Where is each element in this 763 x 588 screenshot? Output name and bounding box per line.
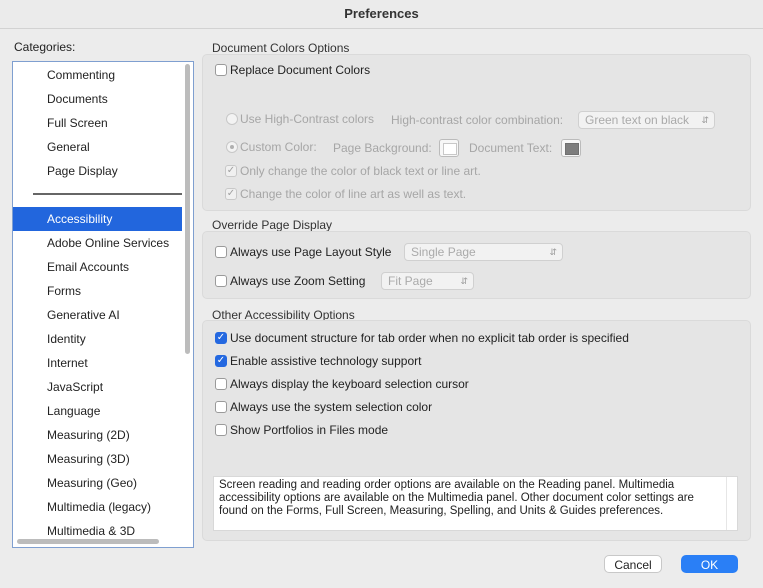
categories-divider [33, 193, 182, 195]
zoom-setting-checkbox[interactable] [215, 275, 227, 287]
page-layout-checkbox[interactable] [215, 246, 227, 258]
categories-list[interactable]: Commenting Documents Full Screen General… [12, 61, 194, 548]
doc-colors-title: Document Colors Options [212, 41, 350, 55]
select-chevron-icon: ⇵ [701, 115, 709, 125]
portfolios-files-label: Show Portfolios in Files mode [230, 423, 389, 437]
replace-colors-label: Replace Document Colors [230, 63, 371, 77]
combination-select[interactable]: Green text on black ⇵ [578, 111, 715, 129]
line-art-label: Change the color of line art as well as … [240, 187, 467, 201]
combination-label: High-contrast color combination: [391, 113, 564, 127]
category-generative-ai[interactable]: Generative AI [13, 303, 182, 327]
system-selection-color-label: Always use the system selection color [230, 400, 433, 414]
replace-colors-checkbox[interactable] [215, 64, 227, 76]
cancel-button[interactable]: Cancel [604, 555, 662, 573]
select-chevron-icon: ⇵ [460, 276, 468, 286]
combination-select-value: Green text on black [585, 113, 690, 127]
page-layout-select[interactable]: Single Page ⇵ [404, 243, 563, 261]
keyboard-cursor-checkbox[interactable] [215, 378, 227, 390]
custom-color-radio[interactable] [226, 141, 238, 153]
categories-vertical-scrollbar[interactable] [185, 64, 190, 354]
portfolios-files-checkbox[interactable] [215, 424, 227, 436]
tab-order-checkbox[interactable]: ✓ [215, 332, 227, 344]
window-title: Preferences [0, 0, 763, 29]
category-multimedia-legacy[interactable]: Multimedia (legacy) [13, 495, 182, 519]
category-measuring-geo[interactable]: Measuring (Geo) [13, 471, 182, 495]
category-language[interactable]: Language [13, 399, 182, 423]
only-black-checkbox[interactable]: ✓ [225, 165, 237, 177]
categories-label: Categories: [14, 40, 76, 54]
category-forms[interactable]: Forms [13, 279, 182, 303]
page-background-swatch[interactable] [439, 139, 459, 157]
keyboard-cursor-label: Always display the keyboard selection cu… [230, 377, 469, 391]
category-accessibility[interactable]: Accessibility [13, 207, 182, 231]
info-text-box: Screen reading and reading order options… [213, 476, 738, 531]
category-adobe-online-services[interactable]: Adobe Online Services [13, 231, 182, 255]
category-measuring-2d[interactable]: Measuring (2D) [13, 423, 182, 447]
category-internet[interactable]: Internet [13, 351, 182, 375]
page-background-label: Page Background: [333, 141, 432, 155]
category-email-accounts[interactable]: Email Accounts [13, 255, 182, 279]
system-selection-color-checkbox[interactable] [215, 401, 227, 413]
select-chevron-icon: ⇵ [549, 247, 557, 257]
override-group [202, 231, 751, 299]
high-contrast-label: Use High-Contrast colors [240, 112, 375, 126]
assistive-tech-checkbox[interactable]: ✓ [215, 355, 227, 367]
override-title: Override Page Display [212, 218, 333, 232]
page-layout-label: Always use Page Layout Style [230, 245, 392, 259]
ok-button[interactable]: OK [681, 555, 738, 573]
category-commenting[interactable]: Commenting [13, 63, 182, 87]
line-art-checkbox[interactable]: ✓ [225, 188, 237, 200]
zoom-setting-label: Always use Zoom Setting [230, 274, 366, 288]
custom-color-label: Custom Color: [240, 140, 317, 154]
only-black-label: Only change the color of black text or l… [240, 164, 481, 178]
category-page-display[interactable]: Page Display [13, 159, 182, 183]
info-text: Screen reading and reading order options… [219, 479, 694, 517]
zoom-select[interactable]: Fit Page ⇵ [381, 272, 474, 290]
document-text-label: Document Text: [469, 141, 553, 155]
category-documents[interactable]: Documents [13, 87, 182, 111]
category-identity[interactable]: Identity [13, 327, 182, 351]
zoom-select-value: Fit Page [388, 274, 433, 288]
info-scrollbar[interactable] [726, 477, 737, 530]
high-contrast-radio[interactable] [226, 113, 238, 125]
category-full-screen[interactable]: Full Screen [13, 111, 182, 135]
category-javascript[interactable]: JavaScript [13, 375, 182, 399]
category-measuring-3d[interactable]: Measuring (3D) [13, 447, 182, 471]
assistive-tech-label: Enable assistive technology support [230, 354, 422, 368]
category-general[interactable]: General [13, 135, 182, 159]
tab-order-label: Use document structure for tab order whe… [230, 331, 629, 345]
document-text-swatch[interactable] [561, 139, 581, 157]
categories-horizontal-scrollbar[interactable] [17, 539, 159, 544]
page-layout-select-value: Single Page [411, 245, 476, 259]
